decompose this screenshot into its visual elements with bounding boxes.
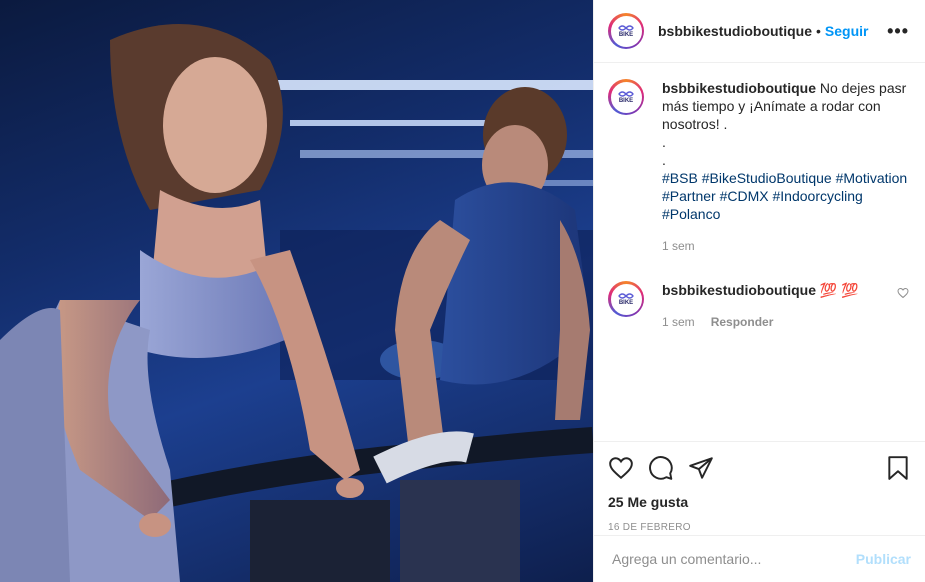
comment-bubble-icon[interactable] bbox=[648, 455, 674, 481]
caption-body: bsbbikestudioboutique No dejes pasr más … bbox=[662, 79, 909, 255]
infinity-logo-icon bbox=[618, 91, 634, 97]
header-username[interactable]: bsbbikestudioboutique bbox=[658, 23, 812, 39]
save-bookmark-icon[interactable] bbox=[885, 455, 911, 481]
infinity-logo-icon bbox=[618, 25, 634, 31]
follow-button[interactable]: Seguir bbox=[825, 23, 869, 39]
comment: BIKE bsbbikestudioboutique 💯 💯 1 sem Res… bbox=[608, 281, 909, 331]
more-options-icon[interactable]: ••• bbox=[887, 21, 909, 42]
add-comment-bar: Publicar bbox=[594, 535, 925, 582]
comment-username[interactable]: bsbbikestudioboutique bbox=[662, 282, 816, 298]
share-send-icon[interactable] bbox=[688, 455, 714, 481]
caption-time[interactable]: 1 sem bbox=[662, 237, 695, 255]
avatar[interactable]: BIKE bbox=[608, 13, 644, 49]
like-heart-icon[interactable] bbox=[608, 455, 634, 481]
like-comment-heart-icon[interactable] bbox=[897, 287, 909, 299]
hashtag[interactable]: #CDMX bbox=[720, 188, 769, 204]
post-header: BIKE bsbbikestudioboutique • Seguir ••• bbox=[594, 0, 925, 63]
infinity-logo-icon bbox=[618, 293, 634, 299]
avatar[interactable]: BIKE bbox=[608, 79, 644, 115]
hashtag[interactable]: #Polanco bbox=[662, 206, 720, 222]
hashtag-list: #BSB #BikeStudioBoutique #Motivation #Pa… bbox=[662, 169, 909, 223]
logo-icon: BIKE bbox=[610, 81, 642, 113]
comment-input[interactable] bbox=[610, 550, 856, 568]
hashtag[interactable]: #BikeStudioBoutique bbox=[702, 170, 832, 186]
photo-illustration bbox=[0, 24, 593, 582]
action-icons bbox=[608, 452, 911, 484]
publish-button[interactable]: Publicar bbox=[856, 551, 911, 567]
avatar[interactable]: BIKE bbox=[608, 281, 644, 317]
logo-text: BIKE bbox=[618, 300, 634, 306]
caption: BIKE bsbbikestudioboutique No dejes pasr… bbox=[608, 79, 909, 255]
likes-count[interactable]: 25 Me gusta bbox=[608, 494, 911, 510]
logo-text: BIKE bbox=[618, 32, 634, 38]
post-photo[interactable] bbox=[0, 0, 593, 582]
logo-icon: BIKE bbox=[610, 283, 642, 315]
instagram-post: BIKE bsbbikestudioboutique • Seguir ••• … bbox=[0, 0, 925, 582]
caption-username[interactable]: bsbbikestudioboutique bbox=[662, 80, 816, 96]
actions-bar: 25 Me gusta 16 DE FEBRERO bbox=[594, 441, 925, 533]
comment-body: bsbbikestudioboutique 💯 💯 1 sem Responde… bbox=[662, 281, 889, 331]
hashtag[interactable]: #Motivation bbox=[836, 170, 908, 186]
hashtag[interactable]: #Indoorcycling bbox=[773, 188, 863, 204]
separator-dot: • bbox=[816, 23, 821, 39]
hashtag[interactable]: #Partner bbox=[662, 188, 716, 204]
logo-text: BIKE bbox=[618, 98, 634, 104]
logo-icon: BIKE bbox=[610, 15, 642, 47]
post-sidebar: BIKE bsbbikestudioboutique • Seguir ••• … bbox=[593, 0, 925, 582]
caption-meta: 1 sem bbox=[662, 237, 909, 255]
comment-meta: 1 sem Responder bbox=[662, 313, 889, 331]
reply-button[interactable]: Responder bbox=[711, 313, 774, 331]
hashtag[interactable]: #BSB bbox=[662, 170, 698, 186]
comment-text: 💯 💯 bbox=[819, 282, 859, 298]
post-date[interactable]: 16 DE FEBRERO bbox=[608, 522, 911, 533]
comment-time[interactable]: 1 sem bbox=[662, 313, 695, 331]
comments-section: BIKE bsbbikestudioboutique No dejes pasr… bbox=[594, 63, 925, 441]
